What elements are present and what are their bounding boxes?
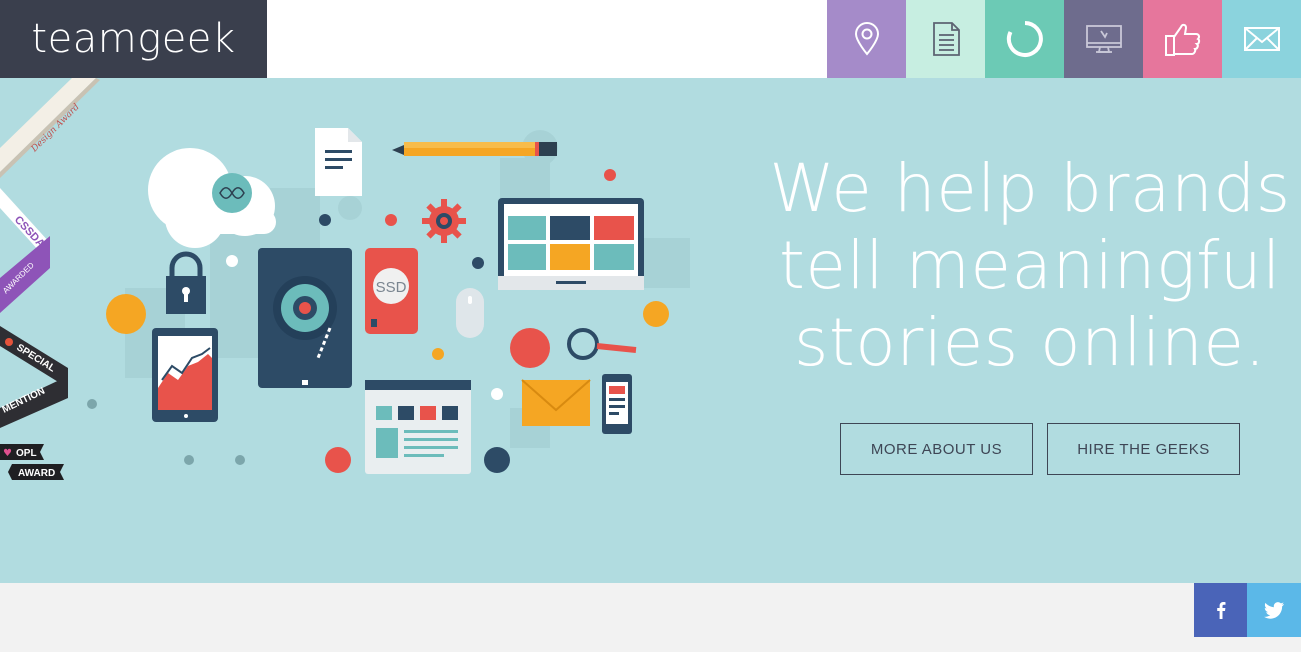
magnifier-icon: [567, 328, 637, 360]
gear-icon: [422, 199, 466, 243]
twitter-button[interactable]: [1247, 583, 1301, 637]
header: teamgeek: [0, 0, 1301, 78]
lock-icon: [166, 251, 206, 314]
headline-line-3: stories online.: [794, 304, 1266, 381]
social-links: [1194, 583, 1301, 637]
special-mention-dot: [5, 338, 13, 346]
document-icon: [932, 22, 960, 56]
loader-icon: [1006, 21, 1043, 57]
ssd-icon: SSD: [365, 248, 418, 334]
nav-mail[interactable]: [1222, 0, 1301, 78]
mouse-icon: [456, 288, 484, 338]
headline-line-2: tell meaningful: [779, 227, 1281, 304]
cssda-text: CSSDA: [12, 214, 47, 250]
document-icon: [315, 128, 362, 196]
hero-headline: We help brands tell meaningful stories o…: [760, 150, 1300, 381]
headline-line-1: We help brands: [769, 150, 1291, 227]
pencil-icon: [392, 142, 557, 156]
opl-award-badge[interactable]: ♥ OPL AWARD: [0, 444, 64, 480]
map-pin-icon: [854, 22, 879, 56]
nav-location[interactable]: [827, 0, 906, 78]
hero: Design Award CSSDA AWARDED SPECIAL MENTI…: [0, 78, 1301, 583]
tablet-chart-icon: [152, 328, 218, 422]
page: teamgeek Design Award CSSDA AWARDED SPEC…: [0, 0, 1301, 652]
award-text: AWARD: [18, 468, 55, 479]
cloud-icon: [148, 148, 276, 248]
desktop-monitor-icon: [498, 198, 644, 290]
main-nav: [827, 0, 1301, 78]
hard-drive-icon: [258, 248, 352, 388]
logo[interactable]: teamgeek: [0, 0, 267, 78]
browser-window-icon: [365, 380, 471, 474]
mail-icon: [1243, 27, 1280, 51]
ssd-label: SSD: [376, 279, 407, 296]
special-mention-badge[interactable]: SPECIAL MENTION: [0, 326, 68, 428]
nav-monitor[interactable]: [1064, 0, 1143, 78]
envelope-icon: [521, 379, 591, 426]
more-about-us-button[interactable]: MORE ABOUT US: [840, 423, 1033, 475]
opl-text: OPL: [16, 448, 37, 459]
nav-loader[interactable]: [985, 0, 1064, 78]
thumbs-up-icon: [1164, 23, 1200, 56]
hero-illustration: SSD: [87, 128, 690, 474]
twitter-icon: [1263, 602, 1284, 619]
monitor-icon: [1085, 25, 1122, 53]
cssda-badge[interactable]: CSSDA AWARDED: [0, 188, 50, 313]
footer-strip: [0, 583, 1301, 652]
logo-text[interactable]: teamgeek: [31, 16, 235, 62]
facebook-button[interactable]: [1194, 583, 1247, 637]
facebook-icon: [1216, 602, 1225, 619]
phone-icon: [602, 374, 632, 434]
nav-thumbs-up[interactable]: [1143, 0, 1222, 78]
hire-the-geeks-button[interactable]: HIRE THE GEEKS: [1047, 423, 1240, 475]
opl-heart: ♥: [3, 448, 12, 459]
nav-document[interactable]: [906, 0, 985, 78]
